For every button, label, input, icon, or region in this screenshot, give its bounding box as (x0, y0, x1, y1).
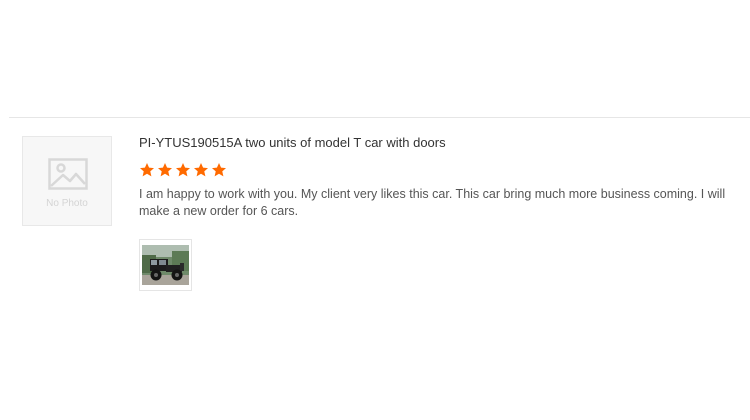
star-icon (140, 163, 154, 177)
star-rating (139, 162, 227, 180)
star-icon (212, 163, 226, 177)
review-text: I am happy to work with you. My client v… (139, 187, 726, 218)
review-title: PI-YTUS190515A two units of model T car … (139, 135, 446, 150)
image-placeholder-icon (48, 158, 88, 190)
star-icon (158, 163, 172, 177)
star-icon (194, 163, 208, 177)
review-photo-thumbnail[interactable] (139, 239, 192, 291)
no-photo-label: No Photo (46, 198, 88, 209)
reviewer-avatar: No Photo (22, 136, 112, 226)
star-icon (176, 163, 190, 177)
review-item: No Photo PI-YTUS190515A two units of mod… (0, 118, 750, 318)
vintage-car-photo (142, 245, 189, 285)
